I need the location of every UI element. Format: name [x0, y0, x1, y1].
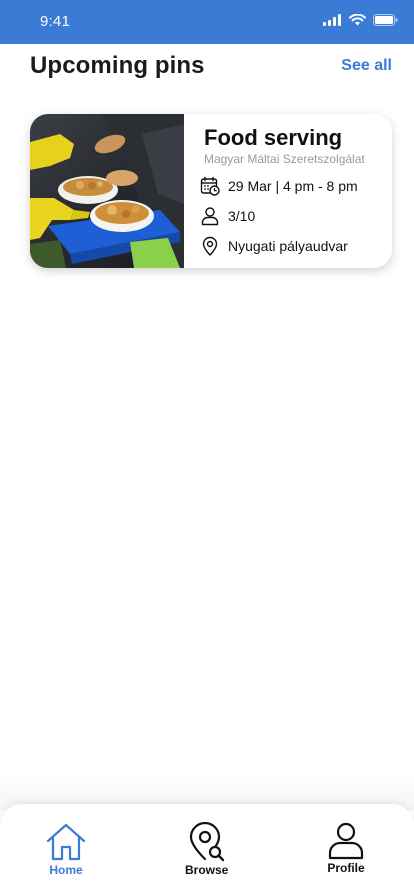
- tab-browse[interactable]: Browse: [185, 822, 228, 877]
- event-location-row: Nyugati pályaudvar: [202, 236, 392, 256]
- location-pin-icon: [202, 236, 218, 256]
- see-all-link[interactable]: See all: [341, 57, 392, 75]
- wifi-icon: [349, 14, 366, 26]
- event-title: Food serving: [204, 125, 343, 150]
- event-location: Nyugati pályaudvar: [228, 238, 348, 254]
- tab-browse-label: Browse: [185, 863, 229, 877]
- status-bar: 9:41: [0, 0, 414, 44]
- status-icons: [323, 14, 398, 26]
- calendar-clock-icon: [200, 176, 220, 196]
- event-participants-row: 3/10: [201, 206, 392, 226]
- section-header: Upcoming pins See all: [30, 52, 392, 80]
- event-date-time: 29 Mar | 4 pm - 8 pm: [228, 178, 358, 194]
- event-card[interactable]: Food serving Magyar Máltai Szeretszolgál…: [30, 114, 392, 268]
- event-date-row: 29 Mar | 4 pm - 8 pm: [200, 176, 392, 196]
- tab-profile-label: Profile: [327, 861, 365, 875]
- user-icon: [201, 207, 219, 226]
- food-serving-photo: [30, 114, 184, 268]
- tab-home-label: Home: [49, 863, 83, 877]
- tab-profile[interactable]: Profile: [326, 822, 366, 875]
- event-photo: [30, 114, 184, 268]
- tab-bar: Home Browse Profile: [0, 804, 414, 896]
- event-details: Food serving Magyar Máltai Szeretszolgál…: [184, 114, 392, 268]
- section-title: Upcoming pins: [30, 52, 205, 79]
- event-organization: Magyar Máltai Szeretszolgálat: [204, 152, 365, 166]
- user-icon: [328, 822, 364, 860]
- event-participants: 3/10: [228, 208, 256, 224]
- tab-home[interactable]: Home: [44, 822, 88, 877]
- map-search-icon: [189, 822, 224, 862]
- status-time: 9:41: [40, 13, 70, 30]
- battery-icon: [373, 14, 398, 26]
- home-icon: [46, 823, 86, 861]
- signal-icon: [323, 14, 341, 26]
